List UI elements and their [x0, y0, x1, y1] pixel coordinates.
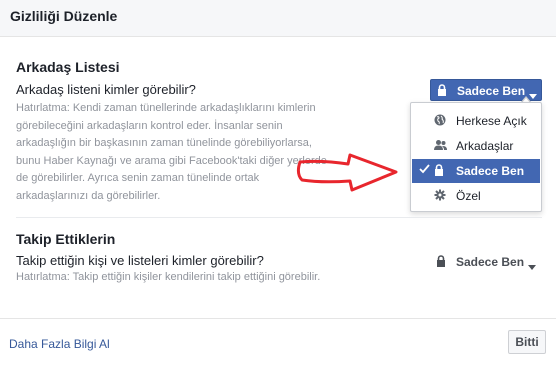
- dialog-header: Gizliliği Düzenle: [0, 0, 556, 37]
- lock-icon: [434, 164, 444, 179]
- hint-line: de görebilirler. Ayrıca senin zaman tüne…: [16, 172, 260, 184]
- friends-icon: [434, 139, 447, 154]
- chevron-down-icon: [528, 259, 536, 273]
- globe-icon: [434, 114, 446, 129]
- menu-item-label: Sadece Ben: [456, 164, 525, 178]
- lock-icon: [437, 84, 447, 99]
- dialog-footer: Daha Fazla Bilgi Al Bitti: [0, 318, 556, 365]
- privacy-button-label: Sadece Ben: [456, 255, 525, 269]
- followers-privacy-button[interactable]: Sadece Ben: [430, 251, 542, 273]
- hint-line: bunu Haber Kaynağı ve arama gibi Faceboo…: [16, 154, 327, 167]
- hint-line: arkadaşlığın bir başkasının zaman tüneli…: [16, 137, 312, 149]
- friend-list-hint: Hatırlatma: Kendi zaman tünellerinde ark…: [16, 100, 327, 205]
- menu-item-only-me[interactable]: Sadece Ben: [412, 159, 540, 183]
- followers-heading: Takip Ettiklerin: [16, 231, 116, 247]
- menu-item-public[interactable]: Herkese Açık: [412, 109, 540, 133]
- hint-line: arkadaşlarınızı da görebilirler.: [16, 189, 161, 202]
- audience-menu: Herkese Açık Arkadaşlar Sadece Ben Özel: [410, 102, 542, 212]
- edit-privacy-dialog: Gizliliği Düzenle Arkadaş Listesi Arkada…: [0, 0, 556, 365]
- followers-question: Takip ettiğin kişi ve listeleri kimler g…: [16, 253, 264, 268]
- hint-line: görebileceğini arkadaşların kontrol eder…: [16, 119, 283, 132]
- friend-list-heading: Arkadaş Listesi: [16, 59, 120, 75]
- lock-icon: [436, 255, 446, 270]
- annotation-arrow: [296, 153, 398, 192]
- menu-item-label: Arkadaşlar: [456, 139, 514, 153]
- section-divider: [16, 217, 542, 218]
- followers-hint: Hatırlatma: Takip ettiğin kişiler kendil…: [16, 271, 321, 283]
- friend-list-question: Arkadaş listeni kimler görebilir?: [16, 82, 196, 97]
- privacy-button-label: Sadece Ben: [457, 84, 526, 98]
- menu-item-label: Özel: [456, 189, 481, 203]
- menu-item-custom[interactable]: Özel: [412, 184, 540, 208]
- menu-item-label: Herkese Açık: [456, 114, 527, 128]
- done-button[interactable]: Bitti: [508, 330, 546, 354]
- hint-line: Hatırlatma: Kendi zaman tünellerinde ark…: [16, 102, 316, 114]
- menu-item-friends[interactable]: Arkadaşlar: [412, 134, 540, 158]
- checkmark-icon: [419, 163, 430, 177]
- gear-icon: [434, 189, 446, 204]
- dialog-title: Gizliliği Düzenle: [10, 8, 118, 24]
- learn-more-link[interactable]: Daha Fazla Bilgi Al: [9, 337, 110, 351]
